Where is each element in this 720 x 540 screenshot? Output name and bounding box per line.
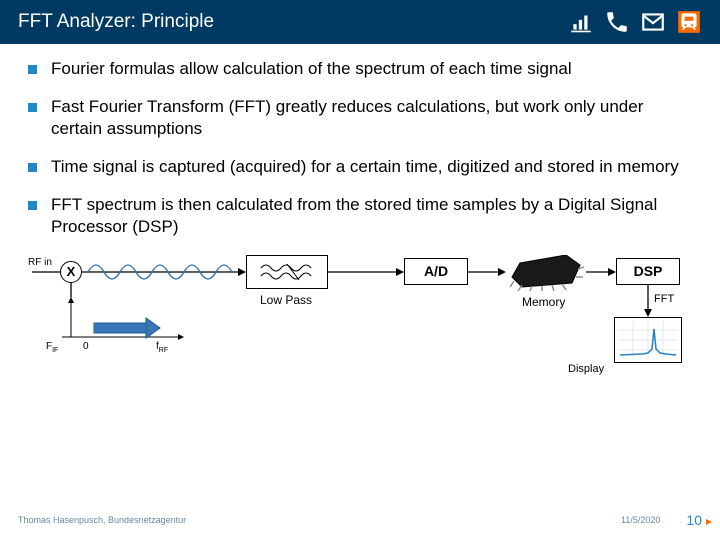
- dsp-block: DSP: [616, 258, 680, 285]
- memory-label: Memory: [522, 295, 565, 309]
- slide-title: FFT Analyzer: Principle: [18, 11, 214, 33]
- bullet-text: Fast Fourier Transform (FFT) greatly red…: [51, 96, 692, 140]
- bullet-text: Fourier formulas allow calculation of th…: [51, 58, 692, 80]
- lowpass-icon: [257, 262, 317, 282]
- display-label: Display: [568, 363, 604, 375]
- f-if-label: FIF: [46, 341, 58, 354]
- rf-in-label: RF in: [28, 257, 52, 268]
- bullet-item: Fourier formulas allow calculation of th…: [28, 58, 692, 80]
- header-icons: [568, 9, 702, 35]
- f-rf-label: fRF: [156, 341, 168, 354]
- mail-icon: [640, 9, 666, 35]
- bullet-item: Fast Fourier Transform (FFT) greatly red…: [28, 96, 692, 140]
- zero-label: 0: [83, 341, 89, 352]
- wifi-icon: [568, 9, 594, 35]
- bullet-item: FFT spectrum is then calculated from the…: [28, 194, 692, 238]
- lowpass-label: Low Pass: [260, 293, 312, 307]
- adc-block: A/D: [404, 258, 468, 285]
- corner-arrow-icon: [704, 517, 714, 527]
- spectrum-icon: [618, 321, 678, 359]
- bullet-item: Time signal is captured (acquired) for a…: [28, 156, 692, 178]
- memory-block: [506, 255, 586, 291]
- display-block: [614, 317, 682, 363]
- train-icon: [676, 9, 702, 35]
- footer-date: 11/5/2020: [621, 515, 660, 525]
- chip-icon: [506, 255, 586, 291]
- bullet-text: FFT spectrum is then calculated from the…: [51, 194, 692, 238]
- slide-footer: Thomas Hasenpusch, Bundesnetzagentur 11/…: [0, 512, 720, 528]
- bullet-icon: [28, 163, 37, 172]
- block-diagram: RF in X: [28, 255, 692, 395]
- phone-icon: [604, 9, 630, 35]
- bullet-text: Time signal is captured (acquired) for a…: [51, 156, 692, 178]
- page-number: 10: [686, 512, 702, 528]
- mixer-block: X: [60, 261, 82, 283]
- footer-author: Thomas Hasenpusch, Bundesnetzagentur: [18, 515, 186, 525]
- bullet-icon: [28, 201, 37, 210]
- fft-label: FFT: [654, 293, 674, 305]
- bullet-icon: [28, 103, 37, 112]
- lowpass-block: [246, 255, 328, 289]
- bullet-icon: [28, 65, 37, 74]
- slide-body: Fourier formulas allow calculation of th…: [0, 44, 720, 395]
